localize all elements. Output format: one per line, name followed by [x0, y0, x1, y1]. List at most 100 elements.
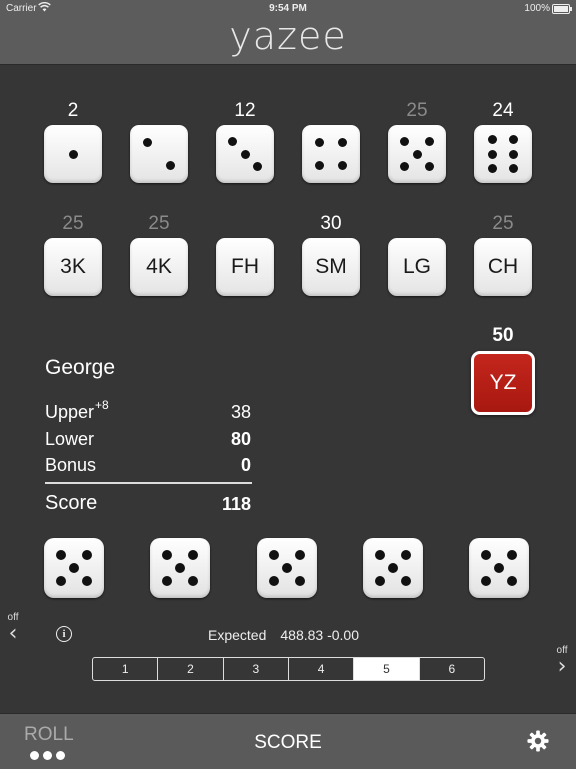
pip: [338, 137, 348, 147]
yahtzee-score: 50: [492, 325, 514, 346]
lower-category-sm[interactable]: 30 SM: [301, 212, 361, 296]
pip: [82, 576, 93, 587]
pip: [82, 549, 93, 560]
category-die-face[interactable]: [130, 125, 188, 183]
pip: [399, 162, 409, 172]
pip: [508, 149, 518, 159]
category-score: 30: [320, 213, 342, 234]
category-die-face[interactable]: [474, 125, 532, 183]
score-value: 118: [221, 494, 251, 514]
pip: [508, 164, 518, 173]
upper-bonus-hint: +8: [95, 398, 109, 412]
category-button[interactable]: LG: [388, 238, 446, 296]
pip: [480, 549, 491, 560]
category-score: 24: [492, 100, 514, 121]
category-button[interactable]: CH: [474, 238, 532, 296]
pip: [253, 162, 263, 172]
upper-category-5[interactable]: 25: [387, 99, 447, 183]
pip: [412, 149, 422, 159]
segment-1[interactable]: 1: [93, 658, 159, 680]
pip: [68, 149, 78, 159]
score-button[interactable]: SCORE: [0, 732, 576, 754]
pip: [401, 549, 412, 560]
category-score: 25: [62, 213, 84, 234]
category-button[interactable]: SM: [302, 238, 360, 296]
lower-category-ch[interactable]: 25 CH: [473, 212, 533, 296]
status-bar: Carrier 9:54 PM 100%: [0, 0, 576, 18]
category-button[interactable]: 3K: [44, 238, 102, 296]
expected-label: Expected: [208, 627, 267, 643]
category-die-face[interactable]: [216, 125, 274, 183]
upper-category-1[interactable]: 2: [43, 99, 103, 183]
pip: [488, 149, 498, 159]
pip: [425, 162, 435, 172]
pip: [507, 576, 518, 587]
pip: [374, 576, 385, 587]
gear-icon[interactable]: [527, 730, 549, 752]
rolled-die-4[interactable]: [363, 538, 423, 598]
pip: [401, 576, 412, 587]
pip: [314, 137, 324, 147]
category-score: 2: [67, 100, 79, 121]
previous-player-button[interactable]: off ‹: [5, 612, 21, 645]
pip: [161, 576, 172, 587]
pip: [388, 563, 398, 573]
pip: [268, 576, 279, 587]
category-die-face[interactable]: [44, 125, 102, 183]
pip: [399, 136, 409, 146]
lower-category-4k[interactable]: 25 4K: [129, 212, 189, 296]
lower-category-fh[interactable]: FH: [215, 212, 275, 296]
pip: [55, 549, 66, 560]
category-die-face[interactable]: [302, 125, 360, 183]
category-score: [387, 212, 447, 236]
next-player-button[interactable]: off ›: [554, 645, 570, 678]
upper-category-4[interactable]: [301, 99, 361, 183]
pip: [488, 135, 498, 144]
segment-2[interactable]: 2: [158, 658, 224, 680]
upper-category-3[interactable]: 12: [215, 99, 275, 183]
pip: [268, 549, 279, 560]
segment-5[interactable]: 5: [354, 658, 420, 680]
category-score: 12: [234, 100, 256, 121]
lower-category-lg[interactable]: LG: [387, 212, 447, 296]
bonus-label: Bonus: [45, 455, 97, 475]
score-label: Score: [45, 492, 98, 514]
pip: [494, 563, 504, 573]
segment-6[interactable]: 6: [420, 658, 484, 680]
info-icon[interactable]: i: [56, 626, 72, 642]
yahtzee-button[interactable]: YZ: [471, 351, 535, 415]
pip: [55, 576, 66, 587]
pip: [488, 164, 498, 173]
upper-category-2[interactable]: [129, 99, 189, 183]
upper-category-6[interactable]: 24: [473, 99, 533, 183]
rolled-die-3[interactable]: [257, 538, 317, 598]
bonus-value: 0: [240, 455, 251, 475]
lower-value: 80: [230, 429, 251, 449]
expected-value: 488.83 -0.00: [280, 627, 359, 643]
pip: [188, 549, 199, 560]
pip: [374, 549, 385, 560]
pip: [295, 549, 306, 560]
pip: [338, 161, 348, 171]
category-die-face[interactable]: [388, 125, 446, 183]
upper-value: 38: [230, 402, 251, 422]
player-name: George: [45, 356, 116, 379]
yahtzee-category[interactable]: 50 YZ: [471, 324, 535, 415]
category-button[interactable]: FH: [216, 238, 274, 296]
clock: 9:54 PM: [269, 3, 307, 14]
pip: [507, 549, 518, 560]
pip: [425, 136, 435, 146]
segment-4[interactable]: 4: [289, 658, 355, 680]
lower-category-3k[interactable]: 25 3K: [43, 212, 103, 296]
pip: [508, 135, 518, 144]
player-segmented-control: 123456: [92, 657, 485, 681]
segment-3[interactable]: 3: [224, 658, 289, 680]
category-score: 25: [406, 100, 428, 121]
rolled-die-5[interactable]: [469, 538, 529, 598]
rolled-die-2[interactable]: [150, 538, 210, 598]
pip: [480, 576, 491, 587]
battery-icon: [552, 4, 572, 14]
expected-readout: Expected 488.83 -0.00: [208, 627, 359, 643]
rolled-die-1[interactable]: [44, 538, 104, 598]
category-button[interactable]: 4K: [130, 238, 188, 296]
